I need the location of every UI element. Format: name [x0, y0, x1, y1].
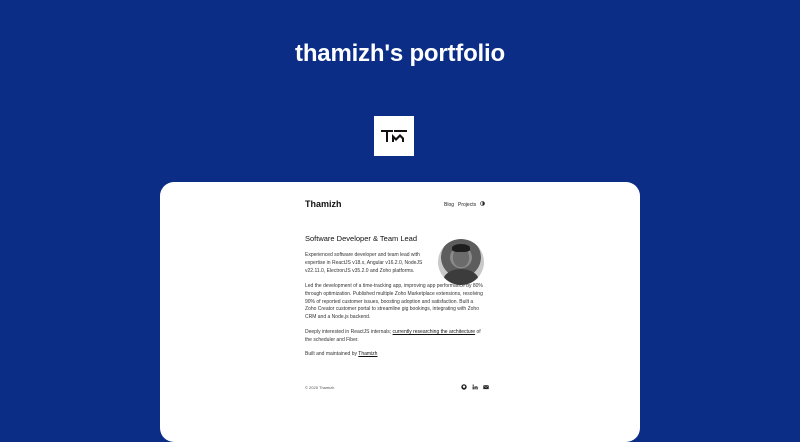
tm-monogram-icon [381, 130, 407, 142]
site-name[interactable]: Thamizh [305, 199, 342, 209]
tm-logo-icon [374, 116, 414, 156]
github-icon[interactable] [461, 384, 467, 390]
copyright: © 2025 Thamizh [305, 385, 335, 390]
portfolio-preview-card: Thamizh Blog Projects Software Developer… [160, 182, 640, 442]
role-heading: Software Developer & Team Lead [305, 234, 418, 243]
nav-blog-link[interactable]: Blog [444, 202, 454, 208]
theme-toggle-icon[interactable] [480, 201, 485, 208]
experience-paragraph: Led the development of a time-tracking a… [305, 283, 483, 321]
intro-paragraph: Experienced software developer and team … [305, 252, 423, 274]
linkedin-icon[interactable] [472, 384, 478, 390]
research-link[interactable]: currently researching the architecture [393, 329, 476, 335]
nav-projects-link[interactable]: Projects [458, 202, 476, 208]
interests-paragraph: Deeply interested in ReactJS internals; … [305, 329, 485, 345]
page-title: thamizh's portfolio [295, 40, 505, 67]
mail-icon[interactable] [483, 384, 489, 390]
top-nav: Blog Projects [444, 201, 485, 208]
social-links [461, 384, 489, 390]
maintainer-link[interactable]: Thamizh [358, 351, 377, 357]
maintainer-line: Built and maintained by Thamizh [305, 351, 485, 359]
interests-text: Deeply interested in ReactJS internals; [305, 329, 393, 335]
avatar [438, 239, 484, 285]
maintainer-text: Built and maintained by [305, 351, 359, 357]
